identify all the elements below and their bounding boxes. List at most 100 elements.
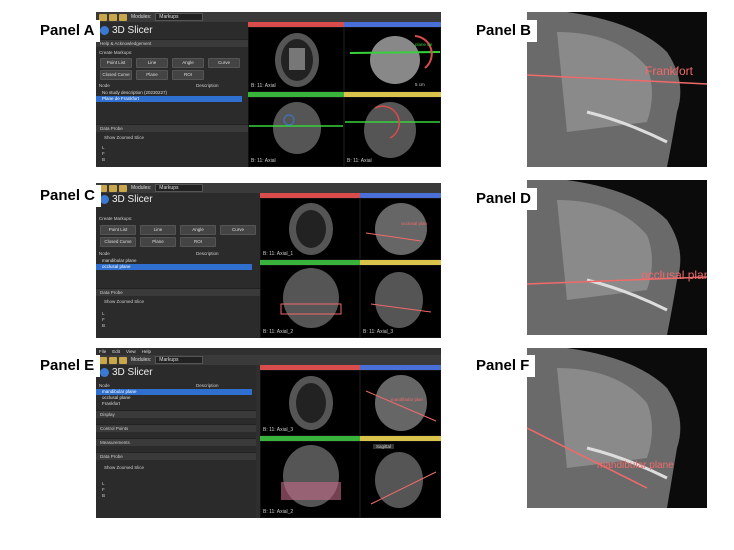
roi-button[interactable]: ROI [172, 70, 204, 80]
probe-l: L [102, 145, 105, 150]
view-label: B: 11: Axial_3 [363, 329, 394, 335]
point-list-button[interactable]: Point List [100, 58, 132, 68]
show-zoomed-checkbox[interactable]: Show Zoomed Slice [104, 465, 144, 470]
display-section[interactable]: Display [96, 410, 256, 418]
sagittal-view[interactable]: occlusal plan [360, 198, 441, 260]
menu-view[interactable]: View [126, 349, 136, 354]
menu-edit[interactable]: Edit [112, 349, 120, 354]
show-zoomed-checkbox[interactable]: Show Zoomed Slice [104, 135, 144, 140]
modules-label: Modules: [131, 185, 152, 191]
module-select[interactable]: Markups [155, 356, 204, 364]
sagittal-ct-image [365, 203, 427, 255]
coronal-view[interactable]: B: 11: Axial_2 [260, 441, 360, 518]
module-select[interactable]: Markups [155, 13, 204, 21]
toolbar: Modules: Markups [96, 355, 441, 365]
save-icon[interactable] [109, 356, 117, 364]
node-row-selected[interactable]: Plane de Frankfort [96, 96, 242, 102]
axial-view[interactable]: B: 11: Axial [248, 27, 344, 92]
line-button[interactable]: Line [136, 58, 168, 68]
probe-l: L [102, 481, 105, 486]
slicer-logo-icon [100, 195, 109, 204]
roi-button[interactable]: ROI [180, 237, 216, 247]
probe-f: F [102, 317, 105, 322]
mandibular-annotation: mandibular plane [597, 460, 674, 471]
plane-button[interactable]: Plane [136, 70, 168, 80]
module-panel: 3D Slicer Node Description mandibular pl… [96, 365, 256, 518]
curve-button[interactable]: Curve [208, 58, 240, 68]
node-row-selected[interactable]: occlusal plane [96, 264, 252, 270]
data-probe-section[interactable]: Data Probe [96, 124, 248, 132]
menu-file[interactable]: File [99, 349, 106, 354]
app-title: 3D Slicer [100, 367, 153, 378]
view-layout: B: 11: Axial_1 occlusal plan B: 11: Axia… [260, 193, 441, 338]
view-label: B: 11: Axial_1 [263, 251, 294, 257]
plane-button[interactable]: Plane [140, 237, 176, 247]
probe-f: F [102, 487, 105, 492]
coronal-view[interactable]: B: 11: Axial [248, 97, 344, 167]
node-header: Node [99, 383, 110, 388]
panel-e-label: Panel E [34, 355, 101, 377]
view-label: B: 11: Axial_2 [263, 509, 294, 515]
measurements-section[interactable]: Measurements [96, 438, 256, 446]
panel-a-label: Panel A [34, 20, 101, 42]
modules-label: Modules: [131, 14, 152, 20]
occlusal-annotation: occlusal plan [641, 268, 707, 282]
data-probe-section[interactable]: Data Probe [96, 452, 256, 460]
sagittal-view[interactable]: mandibular plan [360, 370, 441, 436]
download-icon[interactable] [119, 184, 127, 192]
line-button[interactable]: Line [140, 225, 176, 235]
probe-l: L [102, 311, 105, 316]
view-label: B: 11: Axial [251, 158, 276, 164]
panel-d-image: occlusal plan [527, 180, 707, 335]
axial-view[interactable]: B: 11: Axial_3 [260, 370, 360, 436]
3d-view[interactable]: plane de 5 cm [344, 27, 441, 92]
sagittal-select[interactable]: Sagittal [373, 444, 395, 449]
curve-button[interactable]: Curve [220, 225, 256, 235]
panel-c-label: Panel C [34, 185, 102, 207]
sagittal-ct-image [370, 272, 432, 328]
sagittal-view-2[interactable]: B: 11: Axial_3 [360, 265, 441, 338]
panel-f-image: mandibular plane [527, 348, 707, 508]
show-zoomed-checkbox[interactable]: Show Zoomed Slice [104, 299, 144, 304]
node-row[interactable]: Frankfort [96, 401, 252, 407]
sagittal-ct-image [365, 375, 437, 431]
app-title: 3D Slicer [100, 194, 153, 205]
app-title: 3D Slicer [100, 25, 153, 36]
download-icon[interactable] [119, 356, 127, 364]
closed-curve-button[interactable]: Closed Curve [100, 237, 136, 247]
save-icon[interactable] [109, 184, 117, 192]
slicer-window-e: File Edit View Help Modules: Markups 3D … [96, 348, 441, 518]
control-points-section[interactable]: Control Points [96, 424, 256, 432]
skull-3d-image [349, 35, 440, 84]
module-select[interactable]: Markups [155, 184, 204, 192]
sagittal-ct-image [345, 102, 440, 158]
download-icon[interactable] [119, 13, 127, 21]
angle-button[interactable]: Angle [172, 58, 204, 68]
skull-radiograph [527, 348, 707, 508]
point-list-button[interactable]: Point List [100, 225, 136, 235]
sagittal-view[interactable]: B: 11: Axial [344, 97, 441, 167]
occlusal-view-annotation: occlusal plan [401, 221, 428, 226]
slicer-window-a: Modules: Markups 3D Slicer Help & Acknow… [96, 12, 441, 167]
view-label: B: 11: Axial [347, 158, 372, 164]
coronal-ct-image [249, 102, 343, 154]
sagittal-view-2[interactable]: Sagittal [360, 441, 441, 518]
node-header: Node [99, 83, 110, 88]
save-icon[interactable] [109, 13, 117, 21]
axial-view[interactable]: B: 11: Axial_1 [260, 198, 360, 260]
create-markups-label: Create Markups: [99, 50, 133, 55]
angle-button[interactable]: Angle [180, 225, 216, 235]
data-probe-section[interactable]: Data Probe [96, 288, 260, 296]
module-panel: 3D Slicer Help & Acknowledgement Create … [96, 22, 248, 167]
description-header: Description [196, 83, 219, 88]
coronal-ct-image [280, 268, 342, 328]
view-label: B: 11: Axial [251, 83, 276, 89]
node-header: Node [99, 251, 110, 256]
view-layout: B: 11: Axial_3 mandibular plan B: 11: Ax… [260, 365, 441, 518]
toolbar: Modules: Markups [96, 12, 441, 22]
closed-curve-button[interactable]: Closed Curve [100, 70, 132, 80]
coronal-view[interactable]: B: 11: Axial_2 [260, 265, 360, 338]
menu-help[interactable]: Help [142, 349, 151, 354]
frankfort-annotation: Frankfort [645, 64, 694, 78]
help-section[interactable]: Help & Acknowledgement [96, 39, 248, 47]
